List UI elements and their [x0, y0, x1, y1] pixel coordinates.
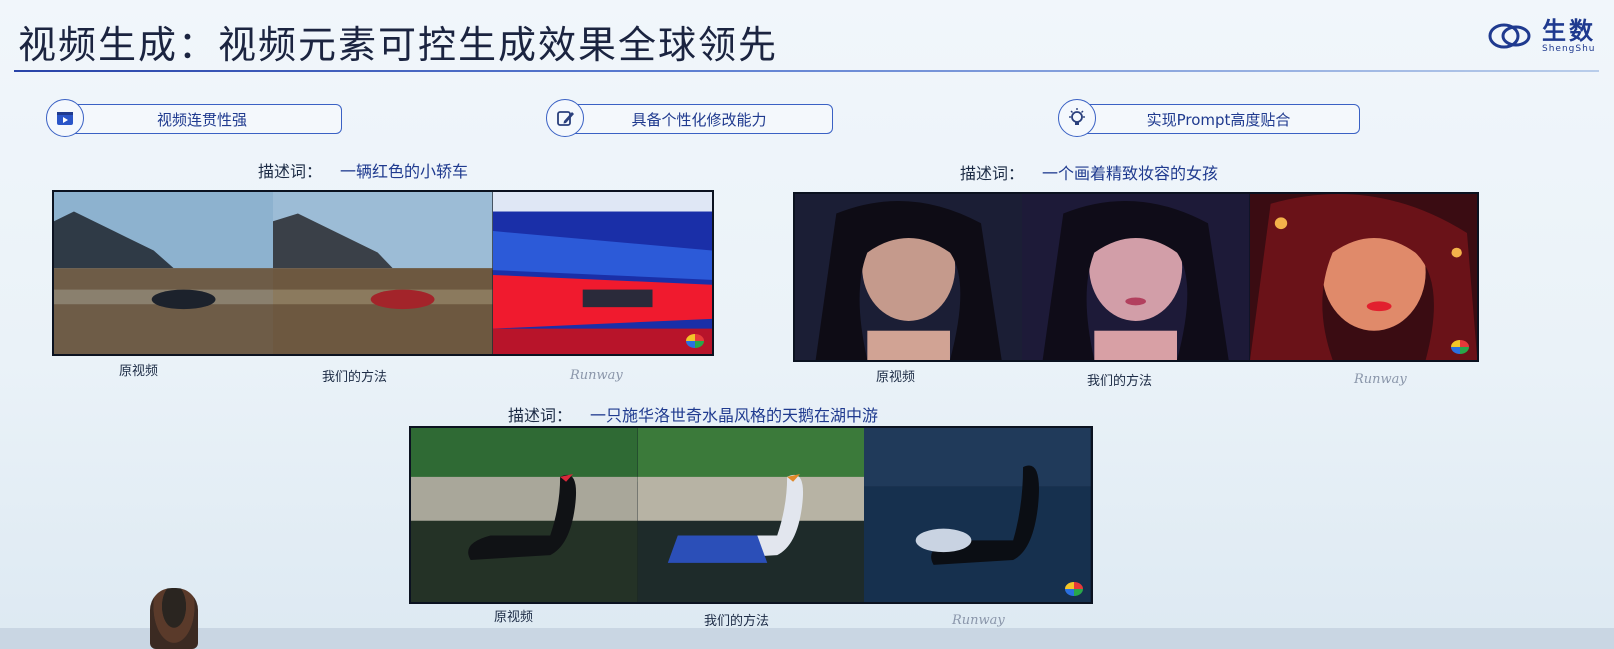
prompt-text: 一只施华洛世奇水晶风格的天鹅在湖中游 [590, 406, 879, 425]
feature-label: 实现Prompt高度贴合 [1146, 110, 1291, 129]
stage-floor [0, 628, 1614, 649]
prompt-label: 描述词： [508, 406, 573, 425]
feature-label: 具备个性化修改能力 [631, 110, 767, 129]
girl-comparison-strip [793, 192, 1479, 362]
page-title: 视频生成：视频元素可控生成效果全球领先 [18, 23, 779, 67]
swan-runway-frame [864, 428, 1092, 602]
prompt-girl: 描述词： 一个画着精致妆容的女孩 [960, 160, 1218, 184]
video-player-icon [46, 99, 84, 137]
caption-original: 原视频 [494, 610, 534, 625]
girl-original-frame [795, 194, 1023, 360]
caption-runway: Runway [570, 368, 623, 383]
caption-original: 原视频 [119, 364, 159, 379]
prompt-text: 一个画着精致妆容的女孩 [1042, 164, 1219, 183]
prompt-text: 一辆红色的小轿车 [340, 162, 469, 181]
feature-prompt-fit: 实现Prompt高度贴合 [1077, 104, 1360, 134]
feature-customization: 具备个性化修改能力 [565, 104, 833, 134]
feature-label: 视频连贯性强 [156, 110, 247, 129]
car-ours-frame [273, 192, 493, 354]
title-divider [14, 70, 1599, 72]
runway-watermark-icon [1065, 582, 1084, 596]
caption-ours: 我们的方法 [1087, 374, 1153, 389]
brand-logo: 生数 ShengShu [1486, 16, 1596, 56]
caption-ours: 我们的方法 [322, 370, 388, 385]
car-original-frame [54, 192, 274, 354]
logo-name: 生数 [1542, 16, 1596, 45]
caption-runway: Runway [952, 613, 1005, 628]
runway-watermark-icon [1450, 340, 1469, 354]
caption-ours: 我们的方法 [704, 614, 770, 629]
caption-original: 原视频 [876, 370, 916, 385]
lightbulb-icon [1058, 99, 1096, 137]
audience-head [150, 588, 198, 649]
swan-ours-frame [637, 428, 865, 602]
swan-original-frame [411, 428, 638, 602]
runway-watermark-icon [685, 334, 704, 348]
prompt-label: 描述词： [258, 162, 323, 181]
caption-runway: Runway [1354, 372, 1407, 387]
swan-comparison-strip [409, 426, 1093, 604]
girl-runway-frame [1249, 194, 1477, 360]
prompt-swan: 描述词： 一只施华洛世奇水晶风格的天鹅在湖中游 [508, 402, 878, 426]
car-runway-frame [492, 192, 712, 354]
prompt-label: 描述词： [960, 164, 1025, 183]
feature-continuity: 视频连贯性强 [62, 104, 342, 134]
prompt-car: 描述词： 一辆红色的小轿车 [258, 158, 468, 182]
girl-ours-frame [1022, 194, 1250, 360]
edit-pencil-icon [546, 99, 584, 137]
infinity-logo-icon [1488, 23, 1531, 49]
car-comparison-strip [52, 190, 714, 356]
logo-subtitle: ShengShu [1542, 43, 1596, 54]
